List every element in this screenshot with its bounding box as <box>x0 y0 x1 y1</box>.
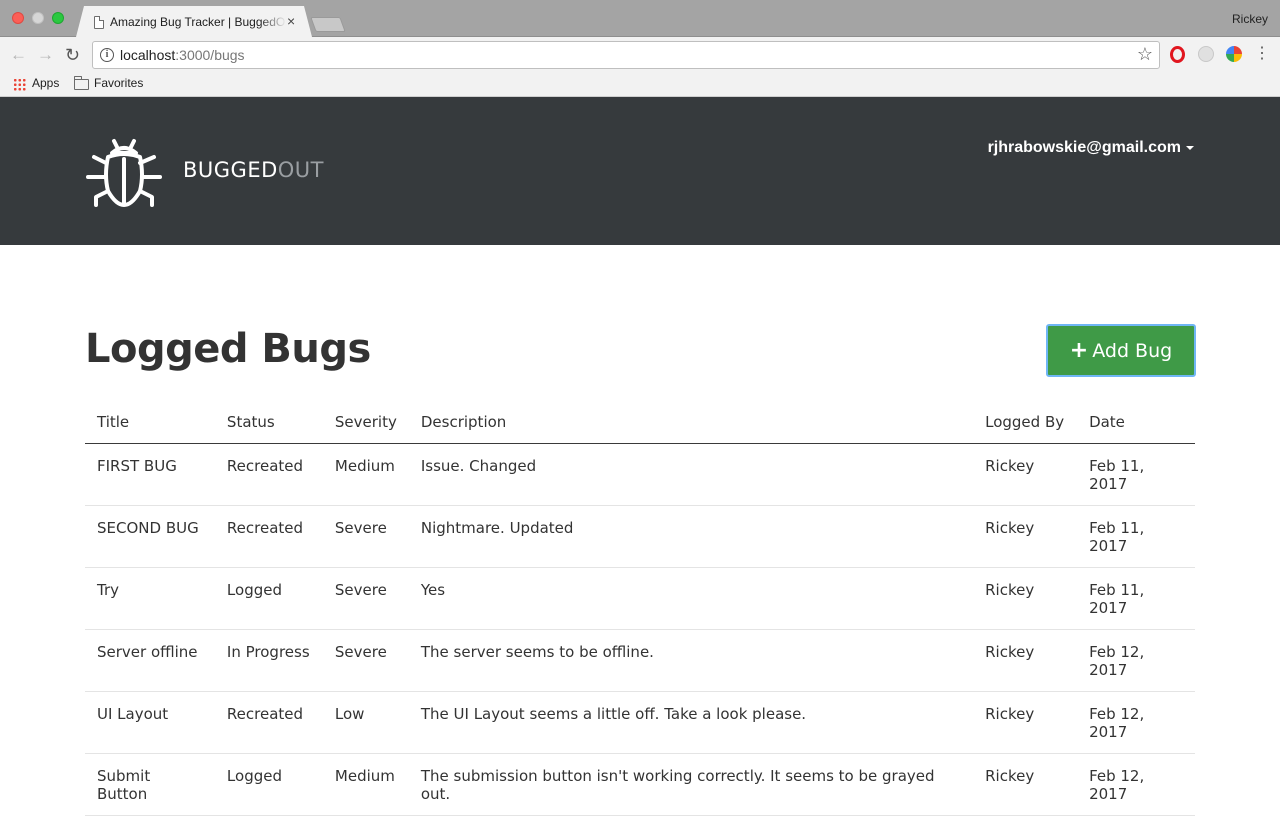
cell-description: Nightmare. Updated <box>408 505 974 568</box>
page-title: Logged Bugs <box>85 326 371 372</box>
cell-title: Submit Button <box>85 753 215 816</box>
app-header: BUGGEDOUT rjhrabowskie@gmail.com <box>0 97 1280 245</box>
opera-extension-icon[interactable] <box>1170 46 1185 63</box>
tab-title: Amazing Bug Tracker | BuggedOut <box>110 15 286 29</box>
cell-description: Yes <box>408 567 974 630</box>
profile-name[interactable]: Rickey <box>1232 12 1268 26</box>
browser-titlebar: Amazing Bug Tracker | BuggedOut × Rickey <box>0 0 1280 37</box>
plus-icon: + <box>1069 338 1089 363</box>
cell-status: Recreated <box>214 505 323 568</box>
browser-tab[interactable]: Amazing Bug Tracker | BuggedOut × <box>76 6 312 37</box>
cell-description: Issue. Changed <box>408 443 974 506</box>
minimize-window-button[interactable] <box>32 12 44 24</box>
column-header-date[interactable]: Date <box>1077 401 1195 444</box>
column-header-title[interactable]: Title <box>85 401 215 444</box>
cell-logged-by: Rickey <box>973 505 1078 568</box>
brand-name[interactable]: BUGGEDOUT <box>183 158 324 182</box>
cell-title: Server offline <box>85 629 215 692</box>
cell-logged-by: Rickey <box>973 443 1078 506</box>
add-bug-label: Add Bug <box>1092 340 1173 362</box>
cell-title: Try <box>85 567 215 630</box>
info-icon[interactable]: i <box>100 48 114 62</box>
tab-close-icon[interactable]: × <box>287 13 295 29</box>
cell-status: In Progress <box>214 629 323 692</box>
close-window-button[interactable] <box>12 12 24 24</box>
apps-grid-icon[interactable] <box>13 78 26 91</box>
caret-down-icon <box>1186 145 1194 150</box>
folder-icon[interactable] <box>74 76 89 90</box>
cell-title: SECOND BUG <box>85 505 215 568</box>
cell-logged-by: Rickey <box>973 691 1078 754</box>
bookmark-apps[interactable]: Apps <box>32 76 59 90</box>
table-row[interactable]: Server offline In Progress Severe The se… <box>85 629 1195 692</box>
user-email: rjhrabowskie@gmail.com <box>987 139 1181 156</box>
url-path: :3000/bugs <box>175 47 245 63</box>
cell-severity: Low <box>322 691 409 754</box>
cell-severity: Medium <box>322 753 409 816</box>
browser-menu-icon[interactable]: ⋮ <box>1254 45 1270 63</box>
cell-status: Logged <box>214 753 323 816</box>
cell-date: Feb 12, 2017 <box>1077 629 1195 692</box>
cell-date: Feb 11, 2017 <box>1077 443 1195 506</box>
column-header-description[interactable]: Description <box>408 401 974 444</box>
cell-severity: Severe <box>322 505 409 568</box>
column-header-logged-by[interactable]: Logged By <box>973 401 1078 444</box>
new-tab-button[interactable] <box>310 17 346 32</box>
cell-description: The server seems to be offline. <box>408 629 974 692</box>
cell-title: UI Layout <box>85 691 215 754</box>
cell-status: Recreated <box>214 691 323 754</box>
browser-toolbar: ← → ↻ i localhost:3000/bugs ☆ ⋮ <box>0 37 1280 73</box>
back-arrow-icon[interactable]: ← <box>10 46 27 64</box>
bugs-table: Title Status Severity Description Logged… <box>85 401 1195 816</box>
cell-logged-by: Rickey <box>973 567 1078 630</box>
maximize-window-button[interactable] <box>52 12 64 24</box>
cell-status: Logged <box>214 567 323 630</box>
forward-arrow-icon[interactable]: → <box>37 46 54 64</box>
cell-status: Recreated <box>214 443 323 506</box>
brand-part1: BUGGED <box>183 158 278 182</box>
cell-date: Feb 12, 2017 <box>1077 691 1195 754</box>
table-row[interactable]: UI Layout Recreated Low The UI Layout se… <box>85 691 1195 754</box>
cell-date: Feb 11, 2017 <box>1077 567 1195 630</box>
add-bug-button[interactable]: + Add Bug <box>1046 324 1196 377</box>
table-header-row: Title Status Severity Description Logged… <box>85 401 1195 444</box>
cell-logged-by: Rickey <box>973 629 1078 692</box>
bookmarks-bar: Apps Favorites <box>0 73 1280 97</box>
cell-date: Feb 11, 2017 <box>1077 505 1195 568</box>
cell-description: The submission button isn't working corr… <box>408 753 974 816</box>
cell-date: Feb 12, 2017 <box>1077 753 1195 816</box>
table-row[interactable]: SECOND BUG Recreated Severe Nightmare. U… <box>85 505 1195 568</box>
cell-severity: Medium <box>322 443 409 506</box>
reload-icon[interactable]: ↻ <box>65 46 80 64</box>
cell-logged-by: Rickey <box>973 753 1078 816</box>
cell-severity: Severe <box>322 567 409 630</box>
page-icon <box>94 16 104 29</box>
bookmark-favorites[interactable]: Favorites <box>94 76 143 90</box>
cell-title: FIRST BUG <box>85 443 215 506</box>
color-extension-icon[interactable] <box>1226 46 1242 62</box>
table-row[interactable]: FIRST BUG Recreated Medium Issue. Change… <box>85 443 1195 506</box>
address-bar[interactable]: i localhost:3000/bugs ☆ <box>92 41 1160 69</box>
column-header-status[interactable]: Status <box>214 401 323 444</box>
bug-icon[interactable] <box>84 131 164 211</box>
bookmark-star-icon[interactable]: ☆ <box>1137 44 1153 65</box>
cell-description: The UI Layout seems a little off. Take a… <box>408 691 974 754</box>
url-host: localhost <box>120 47 176 63</box>
table-row[interactable]: Submit Button Logged Medium The submissi… <box>85 753 1195 816</box>
brand-part2: OUT <box>277 158 324 182</box>
extension-icon[interactable] <box>1198 46 1214 62</box>
user-menu-toggle[interactable]: rjhrabowskie@gmail.com <box>988 139 1194 157</box>
url-text[interactable]: localhost:3000/bugs <box>120 47 245 63</box>
cell-severity: Severe <box>322 629 409 692</box>
column-header-severity[interactable]: Severity <box>322 401 409 444</box>
table-row[interactable]: Try Logged Severe Yes Rickey Feb 11, 201… <box>85 567 1195 630</box>
